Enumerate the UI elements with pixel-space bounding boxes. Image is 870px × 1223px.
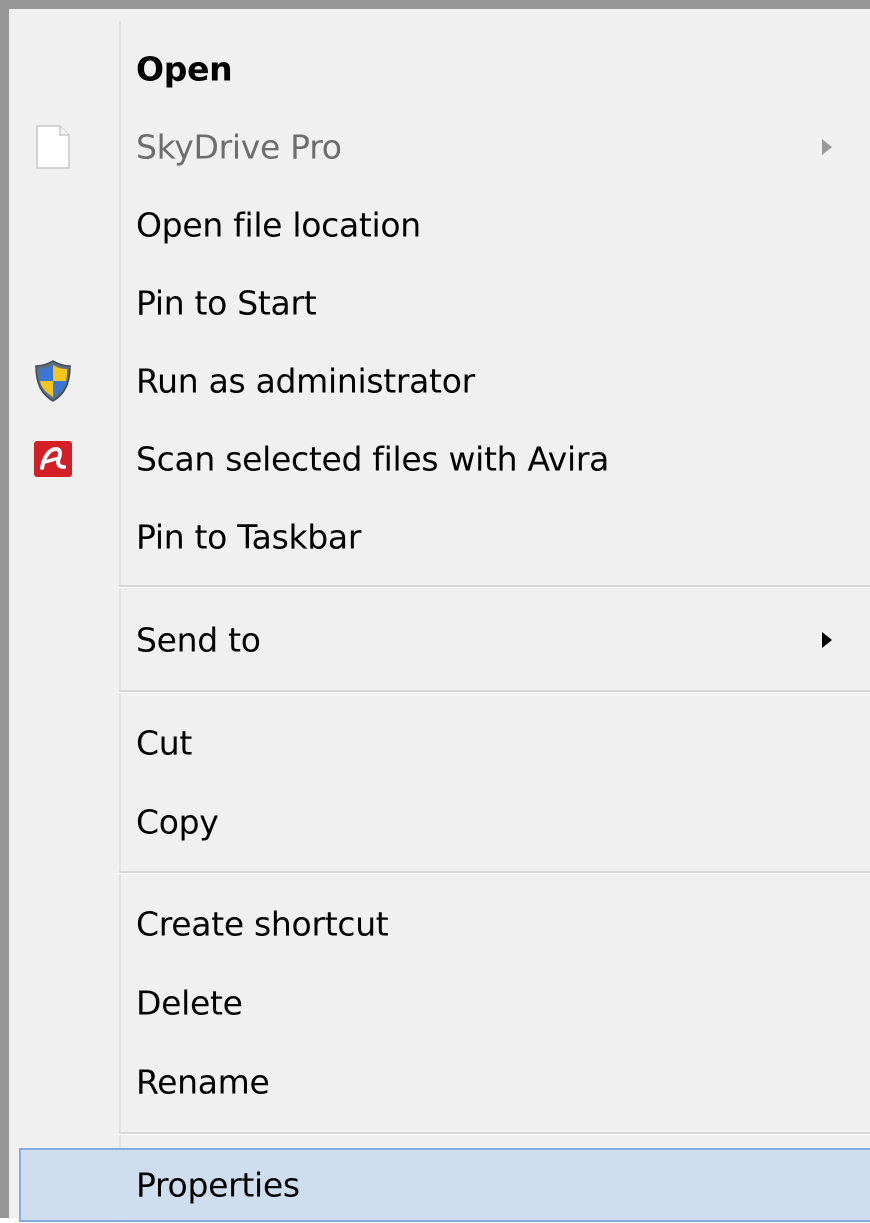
menu-item-label: Open file location [136,205,421,245]
menu-item-create-shortcut[interactable]: Create shortcut [9,885,870,963]
menu-item-open[interactable]: Open [9,30,870,108]
menu-item-copy[interactable]: Copy [9,783,870,861]
menu-item-label: Delete [136,983,243,1023]
menu-item-pin-to-taskbar[interactable]: Pin to Taskbar [9,498,870,576]
document-icon [33,125,73,169]
context-menu: Open SkyDrive Pro Open file location Pin… [0,0,870,1223]
menu-item-label: Run as administrator [136,361,475,401]
menu-item-label: Send to [136,620,261,660]
menu-item-label: Create shortcut [136,904,389,944]
menu-item-label: Scan selected files with Avira [136,439,610,479]
menu-item-run-as-administrator[interactable]: Run as administrator [9,342,870,420]
menu-item-delete[interactable]: Delete [9,964,870,1042]
menu-separator [119,690,870,693]
menu-item-skydrive-pro[interactable]: SkyDrive Pro [9,108,870,186]
menu-item-label: Cut [136,723,192,763]
menu-item-rename[interactable]: Rename [9,1043,870,1121]
menu-item-label: Rename [136,1062,270,1102]
menu-separator [119,1132,870,1135]
menu-item-open-file-location[interactable]: Open file location [9,186,870,264]
uac-shield-icon [33,359,73,403]
menu-item-label: SkyDrive Pro [136,127,342,167]
menu-item-properties[interactable]: Properties [19,1148,870,1222]
menu-item-label: Pin to Start [136,283,317,323]
avira-icon [33,437,73,481]
menu-item-label: Pin to Taskbar [136,517,362,557]
submenu-arrow-icon [822,139,832,155]
menu-separator [119,871,870,874]
menu-item-send-to[interactable]: Send to [9,601,870,679]
menu-item-scan-with-avira[interactable]: Scan selected files with Avira [9,420,870,498]
menu-item-cut[interactable]: Cut [9,704,870,782]
menu-item-pin-to-start[interactable]: Pin to Start [9,264,870,342]
menu-item-label: Open [136,49,233,89]
menu-item-label: Properties [136,1165,300,1205]
menu-item-label: Copy [136,802,219,842]
submenu-arrow-icon [822,632,832,648]
menu-separator [119,585,870,588]
